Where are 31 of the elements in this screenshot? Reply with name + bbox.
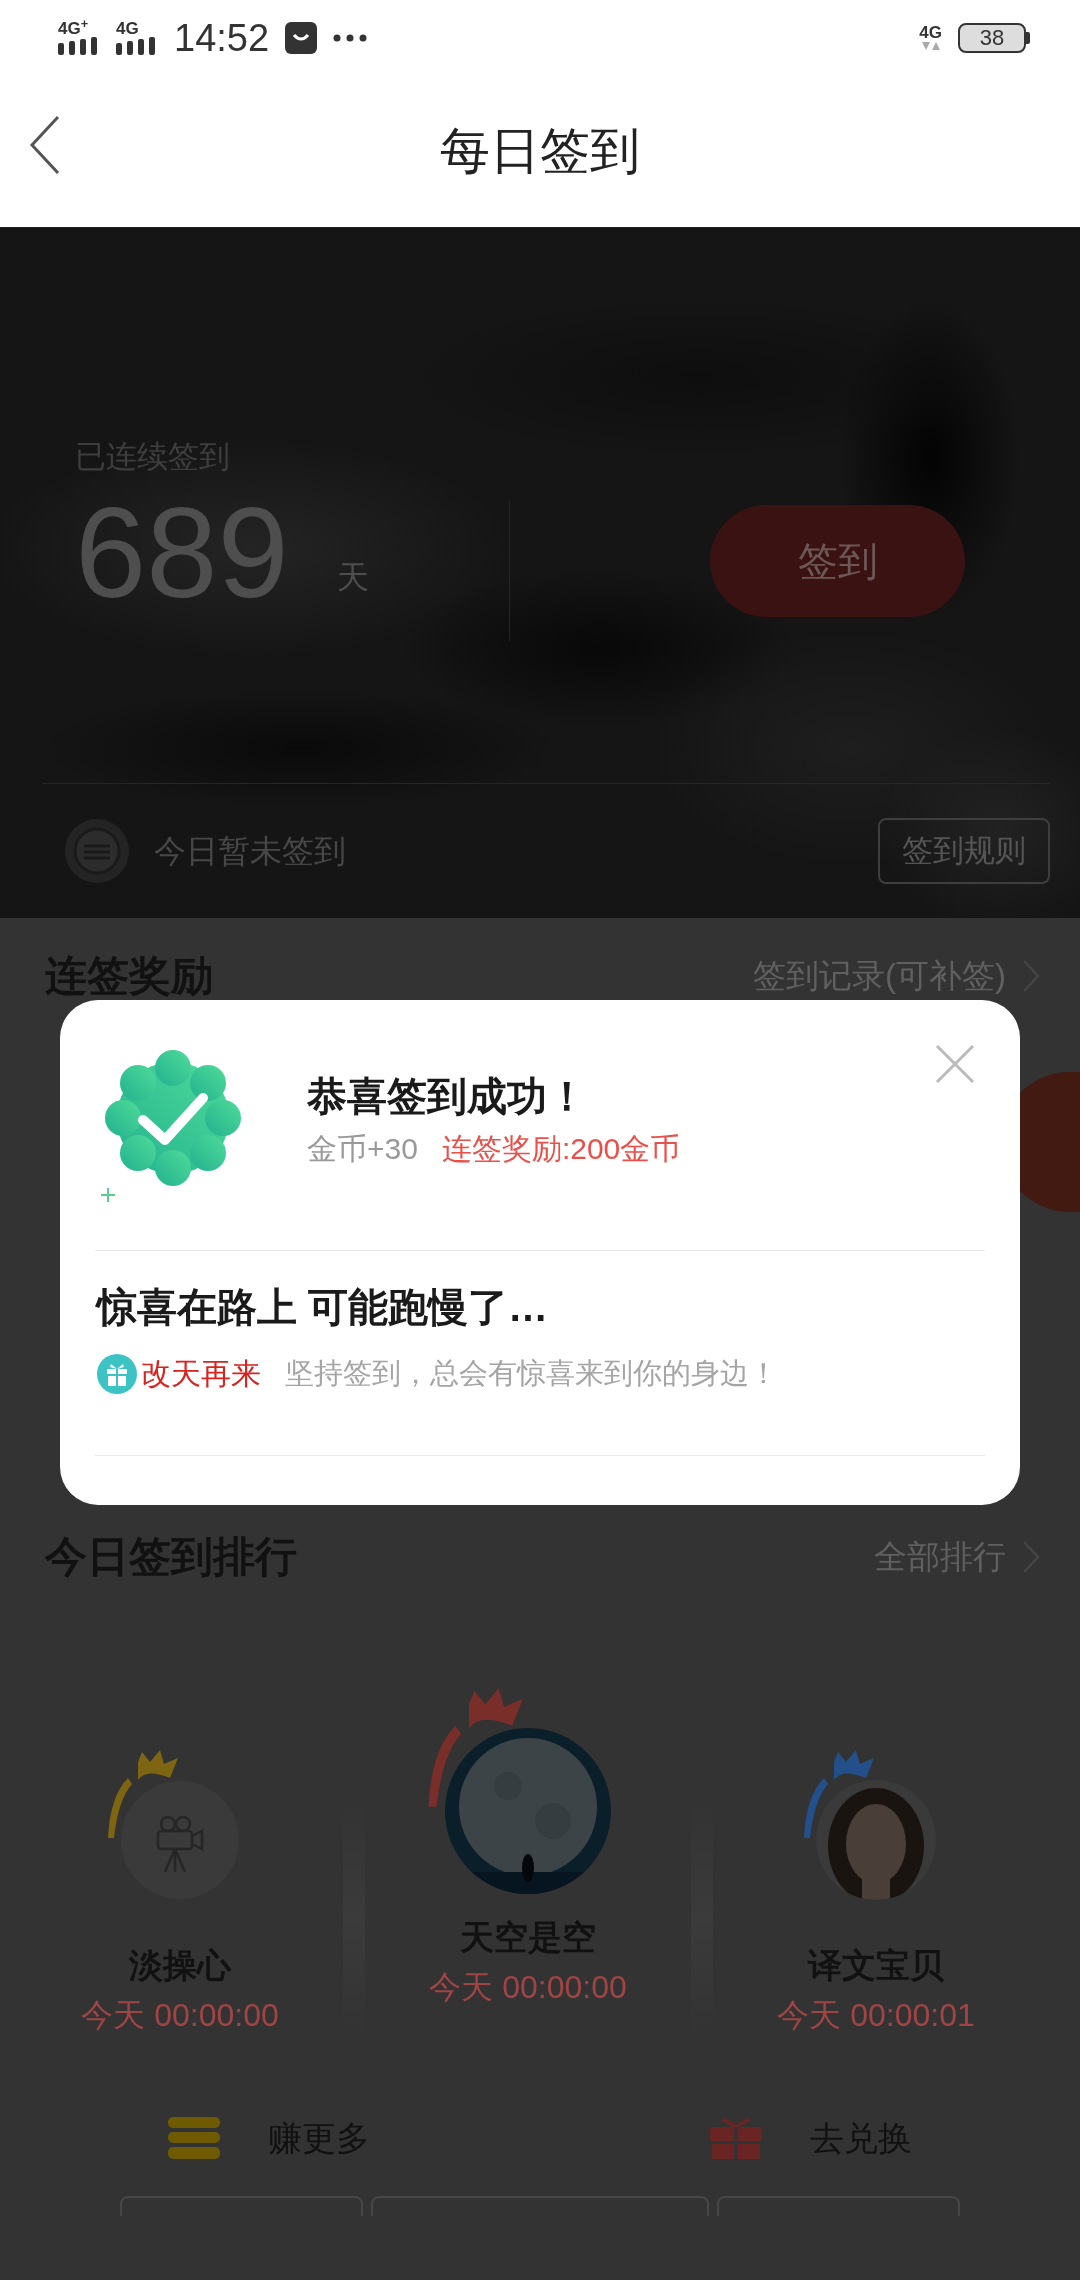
close-icon [935, 1044, 975, 1084]
dialog-title: 恭喜签到成功！ [307, 1072, 588, 1120]
sign-in-time: 今天 00:00:00 [81, 1996, 279, 2035]
camera-icon [120, 1780, 240, 1900]
sign-in-time: 今天 00:00:00 [429, 1968, 627, 2007]
dialog-tag: 改天再来 [141, 1351, 261, 1396]
network-label: 4G$^{+}$ [58, 20, 89, 37]
avatar-icon [64, 818, 130, 884]
sign-in-time: 今天 00:00:01 [777, 1996, 975, 2035]
more-icon [333, 33, 368, 42]
dialog-subtitle: 惊喜在路上 可能跑慢了… [97, 1284, 550, 1331]
streak-bonus: 连签奖励:200金币 [441, 1130, 681, 1167]
rules-button[interactable]: 签到规则 [878, 817, 1050, 885]
page-title: 每日签到 [440, 121, 640, 181]
signal-icon [116, 37, 158, 55]
gift-icon [710, 2117, 762, 2159]
data-arrows-icon [920, 41, 941, 51]
gift-icon [97, 1353, 137, 1394]
battery-level: 38 [958, 22, 1026, 53]
sparkle-icon [101, 1188, 115, 1202]
sign-in-button[interactable]: 签到 [710, 504, 965, 617]
back-icon [28, 115, 62, 175]
notification-icon [285, 21, 318, 54]
signal-icon [58, 37, 100, 55]
back-button[interactable] [28, 115, 62, 175]
network-label: 4G [919, 24, 942, 41]
clock: 14:52 [174, 18, 270, 57]
network-label: 4G [116, 20, 139, 37]
coins-icon [168, 2117, 220, 2159]
dialog-message: 坚持签到，总会有惊喜来到你的身边！ [285, 1355, 778, 1391]
coin-reward: 金币+30 [307, 1130, 418, 1167]
